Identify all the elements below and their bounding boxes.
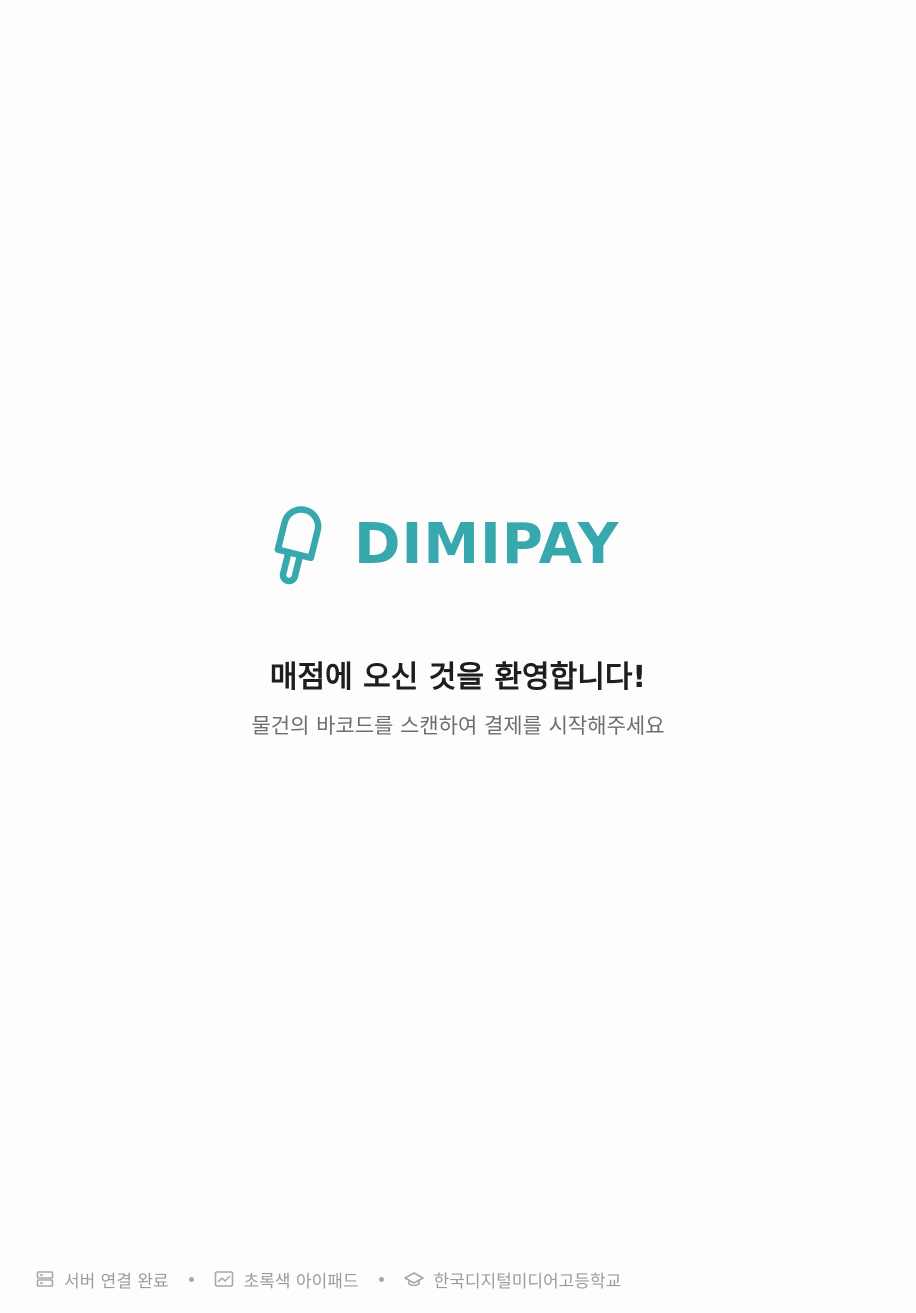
graduation-cap-icon <box>403 1272 424 1287</box>
separator-dot <box>188 1276 194 1282</box>
device-label: 초록색 아이패드 <box>243 1271 359 1292</box>
school-status: 한국디지털미디어고등학교 <box>403 1267 622 1292</box>
server-icon <box>36 1271 54 1287</box>
separator-dot <box>378 1276 384 1282</box>
server-status-label: 서버 연결 완료 <box>64 1271 169 1292</box>
popsicle-icon <box>274 506 322 585</box>
school-label: 한국디지털미디어고등학교 <box>433 1271 622 1292</box>
brand-name: DIMIPAY <box>354 512 620 577</box>
server-status: 서버 연결 완료 <box>36 1267 169 1292</box>
tablet-icon <box>214 1271 233 1287</box>
dimipay-logo: DIMIPAY <box>262 500 662 590</box>
status-bar: 서버 연결 완료 초록색 아이패드 한국디지털미디어고등학교 <box>36 1266 621 1292</box>
kiosk-screen: DIMIPAY 매점에 오신 것을 환영합니다! 물건의 바코드를 스캔하여 결… <box>0 0 916 1313</box>
welcome-title: 매점에 오신 것을 환영합니다! <box>269 660 647 695</box>
device-status: 초록색 아이패드 <box>214 1267 359 1292</box>
scan-instruction: 물건의 바코드를 스캔하여 결제를 시작해주세요 <box>251 714 665 738</box>
